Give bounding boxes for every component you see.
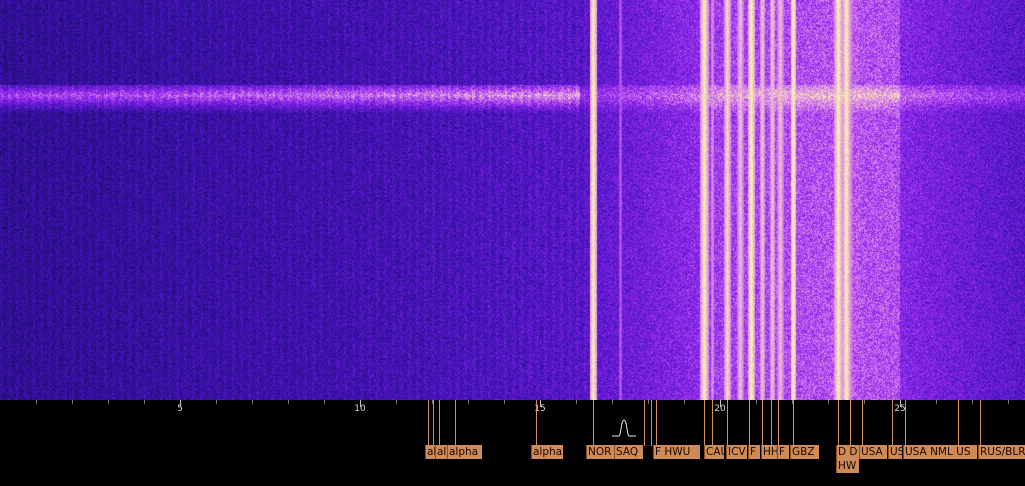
station-label-hhf[interactable]: HHF (761, 445, 777, 459)
station-marker (712, 400, 713, 446)
station-marker (439, 400, 440, 446)
station-marker (727, 400, 728, 446)
station-label-d-d[interactable]: D D (836, 445, 859, 459)
station-marker (862, 400, 863, 446)
station-marker (905, 400, 906, 446)
minor-tick (576, 400, 577, 404)
minor-tick (648, 400, 649, 404)
station-marker (778, 400, 779, 446)
station-label-alpha[interactable]: alpha (531, 445, 563, 459)
station-marker (428, 400, 429, 446)
station-marker (892, 400, 893, 446)
minor-tick (864, 400, 865, 404)
minor-tick (504, 400, 505, 404)
station-label-alpha[interactable]: alpha (435, 445, 447, 459)
station-marker (536, 400, 537, 446)
minor-tick (36, 400, 37, 404)
station-label-alpha[interactable]: alpha (425, 445, 435, 459)
station-marker (762, 400, 763, 446)
minor-tick (756, 400, 757, 404)
spectrogram-waterfall[interactable] (0, 0, 1025, 400)
station-marker (656, 400, 657, 446)
station-label-alpha[interactable]: alpha (447, 445, 482, 459)
station-label-f-hwu[interactable]: F HWU (653, 445, 700, 459)
major-tick (180, 400, 181, 407)
major-tick (720, 400, 721, 407)
station-marker (850, 400, 851, 446)
minor-tick (612, 400, 613, 404)
minor-tick (468, 400, 469, 404)
minor-tick (828, 400, 829, 404)
station-label-usa[interactable]: USA (859, 445, 887, 459)
station-label-hw[interactable]: HW (836, 459, 859, 473)
station-marker (771, 400, 772, 446)
station-label-f[interactable]: F (748, 445, 760, 459)
station-label-us[interactable]: US (888, 445, 902, 459)
station-marker (793, 400, 794, 446)
station-label-f[interactable]: F (777, 445, 789, 459)
minor-tick (252, 400, 253, 404)
station-label-saq[interactable]: SAQ (614, 445, 643, 459)
station-label-nor[interactable]: NOR (586, 445, 614, 459)
station-marker (980, 400, 981, 446)
minor-tick (216, 400, 217, 404)
passband-filter-icon[interactable] (612, 416, 636, 438)
station-marker (651, 400, 652, 446)
minor-tick (684, 400, 685, 404)
minor-tick (144, 400, 145, 404)
station-marker (593, 400, 594, 446)
station-marker (644, 400, 645, 446)
station-label-usa-nml-us[interactable]: USA NML US (903, 445, 977, 459)
minor-tick (936, 400, 937, 404)
minor-tick (288, 400, 289, 404)
station-marker (455, 400, 456, 446)
minor-tick (396, 400, 397, 404)
frequency-scale[interactable]: 5 10 15 20 25 alpha alpha alpha alpha NO… (0, 400, 1025, 486)
station-label-icv[interactable]: ICV (726, 445, 747, 459)
minor-tick (1008, 400, 1009, 404)
major-tick (540, 400, 541, 407)
station-marker (433, 400, 434, 446)
major-tick (360, 400, 361, 407)
station-label-cau[interactable]: CAU (704, 445, 724, 459)
station-label-gbz[interactable]: GBZ (790, 445, 819, 459)
major-tick (900, 400, 901, 407)
station-marker (704, 400, 705, 446)
station-marker (838, 400, 839, 446)
minor-tick (972, 400, 973, 404)
minor-tick (432, 400, 433, 404)
minor-tick (792, 400, 793, 404)
station-marker (958, 400, 959, 446)
station-marker (749, 400, 750, 446)
minor-tick (72, 400, 73, 404)
minor-tick (324, 400, 325, 404)
station-label-rus-blr[interactable]: RUS/BLR (978, 445, 1025, 459)
minor-tick (108, 400, 109, 404)
